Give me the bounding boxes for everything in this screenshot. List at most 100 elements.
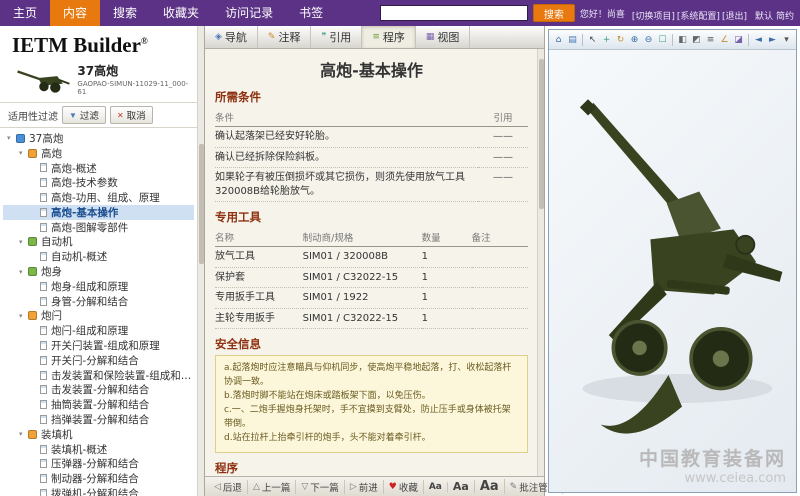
section-icon[interactable]: ◪ xyxy=(732,32,745,48)
tab-notes[interactable]: ✎注释 xyxy=(258,26,312,48)
tree-item[interactable]: ▾37高炮 xyxy=(3,131,194,146)
tree-item[interactable]: 开关闩装置-组成和原理 xyxy=(3,338,194,353)
tree-item[interactable]: 身管-分解和结合 xyxy=(3,294,194,309)
model-tree-icon[interactable]: ≡ xyxy=(704,32,717,48)
theme-option[interactable]: 默认 xyxy=(755,12,773,22)
topbar-link[interactable]: [系统配置] xyxy=(677,12,720,22)
document-icon xyxy=(40,371,47,380)
view-iso-icon[interactable]: ◩ xyxy=(690,32,703,48)
tree-item-label: 炮身 xyxy=(41,264,62,279)
cancel-filter-button[interactable]: ✕取消 xyxy=(110,106,153,124)
tab-nav[interactable]: ◈导航 xyxy=(205,26,258,48)
next-arrow-icon[interactable]: ► xyxy=(766,32,779,48)
topbar: 主页内容搜索收藏夹访问记录书签 搜索 您好！尚喜 [切换项目][系统配置][退出… xyxy=(0,0,800,26)
tree-item[interactable]: 击发装置和保险装置-组成和原理 xyxy=(3,368,194,383)
tree-item[interactable]: 压弹器-分解和结合 xyxy=(3,457,194,472)
document-icon xyxy=(40,178,47,187)
forward-button[interactable]: ▷前进 xyxy=(345,480,384,494)
tree-item[interactable]: 抽筒装置-分解和结合 xyxy=(3,397,194,412)
tree-item-label: 高炮-基本操作 xyxy=(51,205,118,220)
condition-ref: —— xyxy=(478,168,528,202)
document-icon xyxy=(40,341,47,350)
font-size-button[interactable]: Aa xyxy=(424,482,448,492)
tree-item[interactable]: ▾炮闩 xyxy=(3,309,194,324)
tree-item[interactable]: 装填机-概述 xyxy=(3,442,194,457)
tree-item[interactable]: 击发装置-分解和结合 xyxy=(3,383,194,398)
search-button[interactable]: 搜索 xyxy=(533,4,575,22)
theme-option[interactable]: 简约 xyxy=(776,12,794,22)
tree-item[interactable]: 制动器-分解和结合 xyxy=(3,471,194,486)
tab-label: 视图 xyxy=(437,29,459,45)
zoom-in-icon[interactable]: ⊕ xyxy=(628,32,641,48)
prev-article-button[interactable]: △上一篇 xyxy=(248,480,296,494)
save-icon[interactable]: ▤ xyxy=(566,32,579,48)
back-button[interactable]: ◁后退 xyxy=(209,480,248,494)
tree-item-label: 开关闩装置-组成和原理 xyxy=(51,338,160,353)
home-icon[interactable]: ⌂ xyxy=(552,32,565,48)
menu-item[interactable]: 内容 xyxy=(50,0,100,26)
tab-label: 导航 xyxy=(225,29,247,45)
menu-item[interactable]: 主页 xyxy=(0,0,50,26)
tree-item[interactable]: 高炮-图解零部件 xyxy=(3,220,194,235)
next-article-button[interactable]: ▽下一篇 xyxy=(296,480,344,494)
tree-item-label: 制动器-分解和结合 xyxy=(51,471,139,486)
dropdown-icon[interactable]: ▾ xyxy=(780,32,793,48)
scrollbar-thumb[interactable] xyxy=(539,59,544,209)
sidebar-tree: ▾37高炮▾高炮高炮-概述高炮-技术参数高炮-功用、组成、原理高炮-基本操作高炮… xyxy=(0,128,204,496)
tree-item[interactable]: ▾ 炮身 xyxy=(3,264,194,279)
tree-item[interactable]: ▾高炮 xyxy=(3,146,194,161)
prev-arrow-icon[interactable]: ◄ xyxy=(752,32,765,48)
select-icon[interactable]: ↖ xyxy=(586,32,599,48)
tree-item[interactable]: 开关闩-分解和结合 xyxy=(3,353,194,368)
scrollbar-thumb[interactable] xyxy=(199,144,204,264)
sidebar-scrollbar[interactable] xyxy=(197,26,204,496)
menu-item[interactable]: 收藏夹 xyxy=(150,0,212,26)
rotate-icon[interactable]: ↻ xyxy=(614,32,627,48)
tree-item[interactable]: ▾自动机 xyxy=(3,235,194,250)
tools-col-header: 数量 xyxy=(422,228,472,247)
tree-item[interactable]: 炮闩-组成和原理 xyxy=(3,323,194,338)
measure-icon[interactable]: ∠ xyxy=(718,32,731,48)
document-title: 高炮-基本操作 xyxy=(215,57,528,81)
search-input[interactable] xyxy=(380,5,528,21)
chevron-down-icon: ▾ xyxy=(19,149,28,157)
tree-item[interactable]: 高炮-功用、组成、原理 xyxy=(3,190,194,205)
tree-item[interactable]: 自动机-概述 xyxy=(3,249,194,264)
tree-item[interactable]: 高炮-基本操作 xyxy=(3,205,194,220)
view-front-icon[interactable]: ◧ xyxy=(676,32,689,48)
topbar-link[interactable]: [切换项目] xyxy=(632,12,675,22)
tree-item[interactable]: 炮身-组成和原理 xyxy=(3,279,194,294)
tree-item[interactable]: 挡弹装置-分解和结合 xyxy=(3,412,194,427)
topbar-menu: 主页内容搜索收藏夹访问记录书签 xyxy=(0,0,336,26)
tree-item-label: 身管-分解和结合 xyxy=(51,294,128,309)
tool-cell: SIM01 / 320008B xyxy=(303,247,422,268)
tree-item[interactable]: 高炮-概述 xyxy=(3,161,194,176)
zoom-fit-icon[interactable]: ☐ xyxy=(656,32,669,48)
tree-item[interactable]: ▾装填机 xyxy=(3,427,194,442)
font-size-button[interactable]: Aa xyxy=(448,480,475,493)
topbar-link[interactable]: [退出] xyxy=(722,12,747,22)
condition-text: 确认已经拆除保险斜板。 xyxy=(215,147,478,168)
tree-item-label: 高炮-技术参数 xyxy=(51,175,118,190)
favorite-button[interactable]: ♥收藏 xyxy=(384,480,424,494)
chevron-down-icon: ▾ xyxy=(19,268,28,276)
folder-icon xyxy=(28,237,37,246)
content-scrollbar[interactable] xyxy=(537,49,544,476)
font-size-button[interactable]: Aa xyxy=(475,479,505,494)
tree-item-label: 击发装置-分解和结合 xyxy=(51,383,149,398)
tab-views[interactable]: ▦视图 xyxy=(416,26,471,48)
tab-refs[interactable]: ❞引用 xyxy=(311,26,362,48)
content-tabs: ◈导航✎注释❞引用≡程序▦视图 xyxy=(205,26,544,49)
pan-icon[interactable]: + xyxy=(600,32,613,48)
tree-item[interactable]: 高炮-技术参数 xyxy=(3,175,194,190)
zoom-out-icon[interactable]: ⊖ xyxy=(642,32,655,48)
document-icon xyxy=(40,193,47,202)
menu-item[interactable]: 访问记录 xyxy=(212,0,286,26)
menu-item[interactable]: 搜索 xyxy=(100,0,150,26)
tree-item[interactable]: 拨弹机-分解和结合 xyxy=(3,486,194,496)
menu-item[interactable]: 书签 xyxy=(286,0,336,26)
footer-label: 后退 xyxy=(223,480,242,494)
filter-button[interactable]: ▼过滤 xyxy=(62,106,106,124)
tab-procedure[interactable]: ≡程序 xyxy=(362,26,416,48)
viewer-canvas[interactable]: 中国教育装备网 www.ceiea.com xyxy=(549,50,796,492)
